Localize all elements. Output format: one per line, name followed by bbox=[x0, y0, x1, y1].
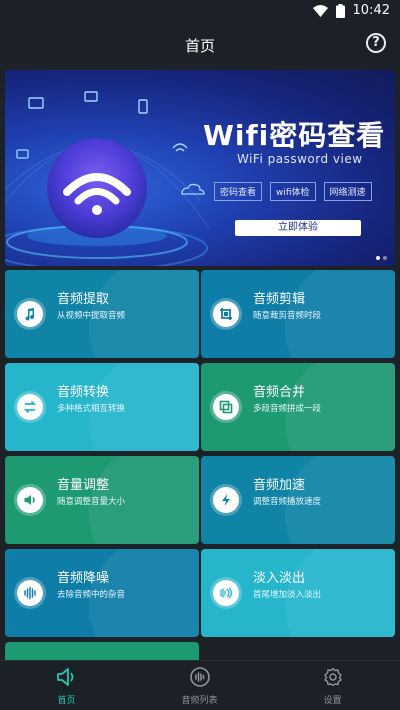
carousel-indicator bbox=[376, 256, 387, 260]
card-desc: 多种格式相互转换 bbox=[57, 404, 126, 414]
promo-banner[interactable]: Wifi密码查看 WiFi password view 密码查看 wifi体检 … bbox=[5, 70, 395, 266]
audio-list-icon bbox=[189, 667, 210, 687]
status-time: 10:42 bbox=[352, 3, 390, 18]
card-desc: 随意调整音量大小 bbox=[57, 497, 126, 507]
card-title: 淡入淡出 bbox=[253, 571, 306, 586]
card-icon-bg bbox=[213, 580, 239, 606]
card-icon-ring bbox=[14, 484, 46, 516]
page-title: 首页 bbox=[184, 37, 215, 55]
card-icon-ring bbox=[210, 484, 242, 516]
card-audio-merge[interactable]: 音频合并 多段音频拼成一段 bbox=[201, 363, 395, 451]
banner-subtitle: WiFi password view bbox=[237, 152, 363, 166]
app-bar: 首页 ? bbox=[0, 24, 400, 64]
tab-label: 音频列表 bbox=[181, 696, 218, 706]
card-fade-in-out[interactable]: 淡入淡出 首尾增加淡入淡出 bbox=[201, 549, 395, 637]
music-note-icon bbox=[25, 308, 35, 321]
swap-arrows-icon bbox=[23, 400, 37, 414]
banner-tag: 网络测速 bbox=[323, 182, 372, 201]
tab-label: 设置 bbox=[323, 696, 342, 706]
status-bar: 10:42 bbox=[0, 0, 400, 24]
card-icon-ring bbox=[14, 391, 46, 423]
lightning-icon bbox=[222, 494, 230, 506]
card-volume-adjust[interactable]: 音量调整 随意调整音量大小 bbox=[5, 456, 199, 544]
card-icon-ring bbox=[210, 298, 242, 330]
card-icon-ring bbox=[210, 391, 242, 423]
carousel-dot-active bbox=[376, 256, 380, 260]
card-desc: 多段音频拼成一段 bbox=[253, 404, 322, 414]
tab-label: 首页 bbox=[57, 696, 76, 706]
banner-tags: 密码查看 wifi体检 网络测速 bbox=[214, 182, 372, 201]
card-icon-bg bbox=[213, 394, 239, 420]
card-title: 音频加速 bbox=[253, 478, 306, 493]
speaker-outline-icon bbox=[56, 668, 73, 686]
card-icon-bg bbox=[17, 580, 43, 606]
card-desc: 从视频中提取音频 bbox=[57, 311, 126, 321]
card-desc: 去除音频中的杂音 bbox=[57, 590, 126, 600]
card-title: 音量调整 bbox=[57, 478, 110, 493]
card-icon-bg bbox=[213, 487, 239, 513]
banner-headline: Wifi密码查看 bbox=[203, 119, 386, 152]
card-title: 音频剪辑 bbox=[253, 292, 306, 307]
tab-home[interactable]: 首页 bbox=[0, 667, 133, 706]
merge-squares-icon bbox=[219, 400, 233, 414]
card-title: 音频降噪 bbox=[57, 571, 110, 586]
card-partial-next[interactable] bbox=[5, 642, 199, 660]
gear-icon bbox=[323, 667, 342, 687]
card-title: 音频提取 bbox=[57, 292, 110, 307]
card-icon-bg bbox=[17, 487, 43, 513]
speaker-icon bbox=[24, 495, 35, 505]
card-desc: 调整音频播放速度 bbox=[253, 497, 322, 507]
battery-icon bbox=[335, 3, 345, 18]
status-icons: 10:42 bbox=[312, 3, 390, 18]
card-icon-ring bbox=[14, 298, 46, 330]
card-icon-bg bbox=[17, 394, 43, 420]
card-icon-bg bbox=[17, 301, 43, 327]
card-title: 音频合并 bbox=[253, 385, 306, 400]
card-desc: 首尾增加淡入淡出 bbox=[253, 590, 322, 600]
banner-tag: 密码查看 bbox=[214, 182, 263, 201]
card-audio-trim[interactable]: 音频剪辑 随意裁剪音频时段 bbox=[201, 270, 395, 358]
card-title: 音频转换 bbox=[57, 385, 110, 400]
tab-settings[interactable]: 设置 bbox=[266, 667, 399, 706]
banner-tag: wifi体检 bbox=[270, 182, 316, 201]
card-icon-ring bbox=[14, 577, 46, 609]
card-icon-ring bbox=[210, 577, 242, 609]
carousel-dot bbox=[383, 256, 387, 260]
help-icon[interactable]: ? bbox=[366, 33, 386, 53]
crop-icon bbox=[220, 308, 232, 320]
card-noise-reduction[interactable]: 音频降噪 去除音频中的杂音 bbox=[5, 549, 199, 637]
tab-audio-list[interactable]: 音频列表 bbox=[133, 667, 266, 706]
fade-wave-icon bbox=[220, 587, 233, 599]
card-audio-extract[interactable]: 音频提取 从视频中提取音频 bbox=[5, 270, 199, 358]
wifi-globe-illustration bbox=[5, 91, 211, 266]
waveform-icon bbox=[24, 586, 36, 600]
wifi-signal-icon bbox=[312, 4, 328, 17]
card-audio-speed[interactable]: 音频加速 调整音频播放速度 bbox=[201, 456, 395, 544]
bottom-tab-bar: 首页 音频列表 设置 bbox=[0, 660, 400, 710]
card-desc: 随意裁剪音频时段 bbox=[253, 311, 322, 321]
card-audio-convert[interactable]: 音频转换 多种格式相互转换 bbox=[5, 363, 199, 451]
try-now-button[interactable]: 立即体验 bbox=[235, 220, 361, 236]
card-icon-bg bbox=[213, 301, 239, 327]
